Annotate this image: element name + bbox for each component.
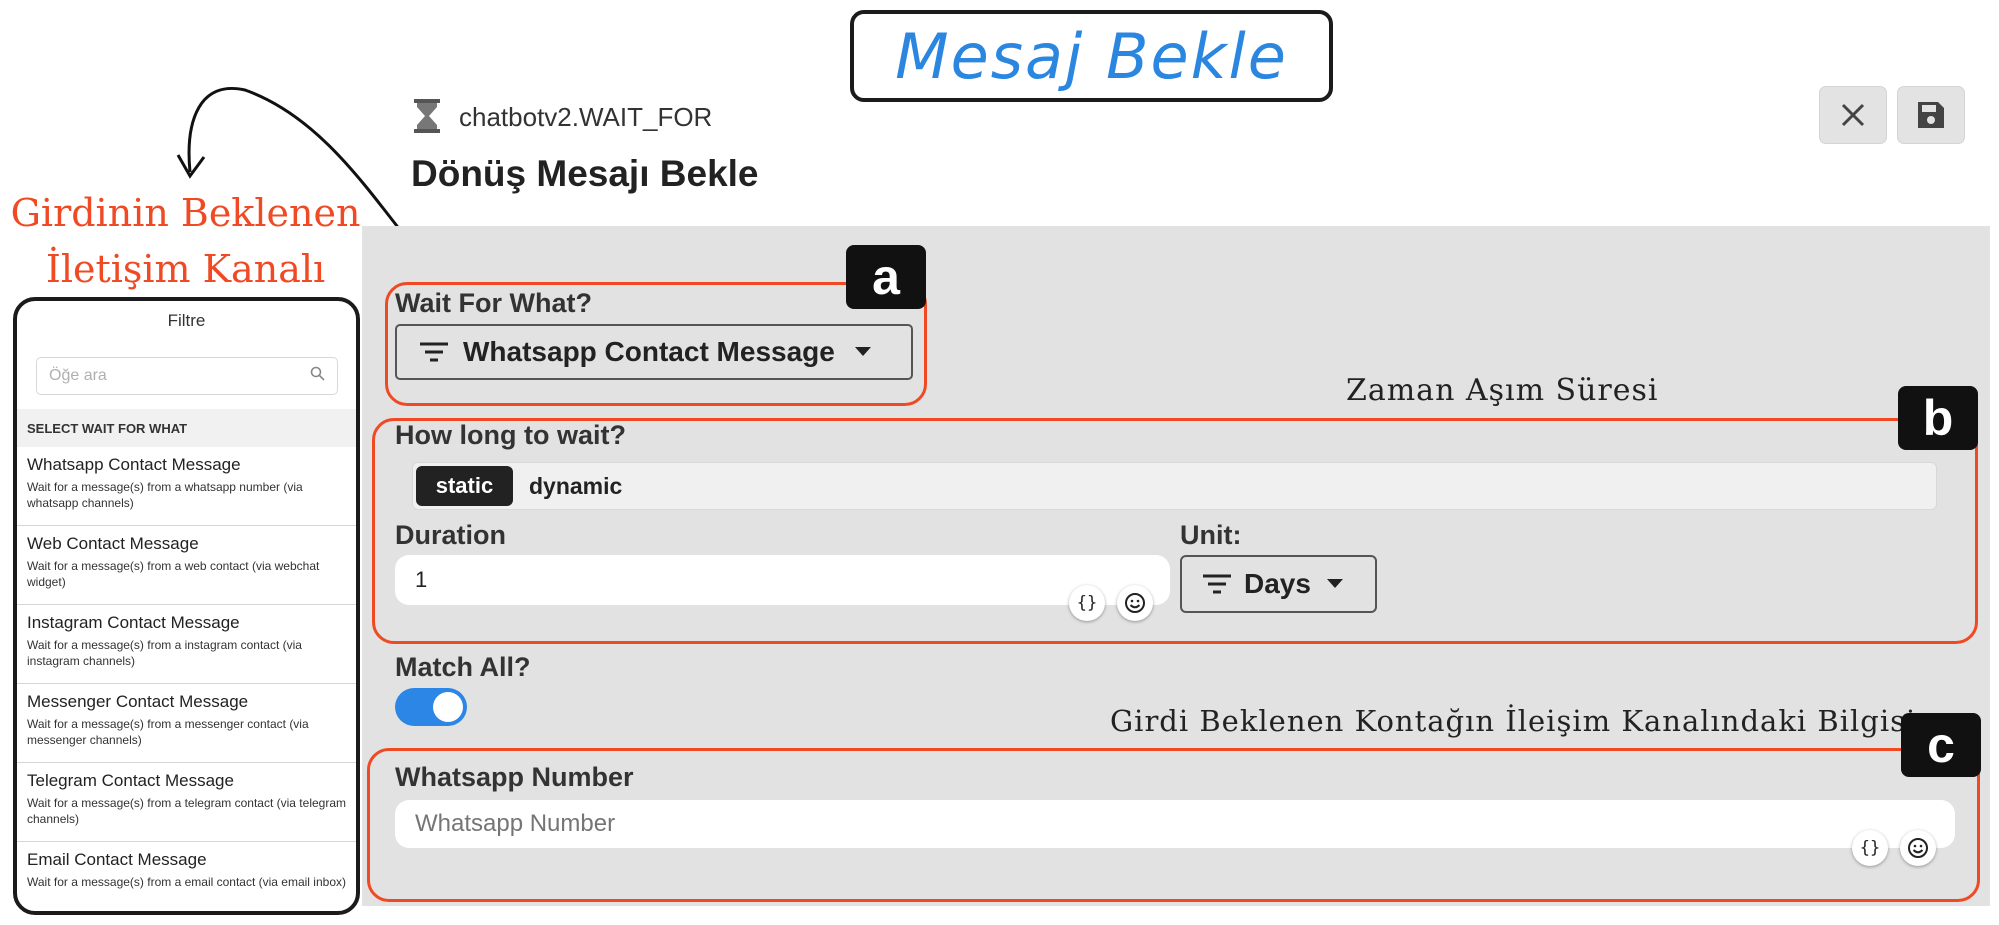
list-item-desc: Wait for a message(s) from a web contact… — [27, 559, 320, 589]
list-item-desc: Wait for a message(s) from a telegram co… — [27, 796, 346, 826]
list-item-title: Whatsapp Contact Message — [27, 455, 241, 474]
search-icon — [310, 366, 325, 386]
timeout-annotation: Zaman Aşım Süresi — [1346, 373, 1659, 408]
save-button[interactable] — [1897, 86, 1965, 144]
mode-static-option[interactable]: static — [416, 466, 513, 506]
unit-dropdown[interactable]: Days — [1180, 555, 1377, 613]
how-long-label: How long to wait? — [395, 420, 626, 450]
chevron-down-icon — [1326, 579, 1343, 589]
wait-for-selected: Whatsapp Contact Message — [463, 336, 835, 367]
duration-label: Duration — [395, 520, 506, 550]
search-input[interactable]: Öğe ara — [36, 357, 338, 395]
filter-heading: SELECT WAIT FOR WHAT — [17, 409, 356, 447]
wait-for-dropdown[interactable]: Whatsapp Contact Message — [395, 324, 913, 380]
badge-a: a — [846, 245, 926, 309]
close-icon — [1841, 103, 1865, 127]
list-item[interactable]: Web Contact Message Wait for a message(s… — [17, 526, 356, 605]
search-placeholder: Öğe ara — [49, 367, 107, 384]
duration-section — [372, 418, 1978, 644]
list-item[interactable]: Email Contact Message Wait for a message… — [17, 842, 356, 911]
list-item-desc: Wait for a message(s) from a instagram c… — [27, 638, 302, 668]
filter-panel: Filtre Öğe ara SELECT WAIT FOR WHAT What… — [13, 297, 360, 915]
filter-list: Whatsapp Contact Message Wait for a mess… — [17, 447, 356, 911]
badge-b: b — [1898, 386, 1978, 450]
list-item-desc: Wait for a message(s) from a whatsapp nu… — [27, 480, 303, 510]
list-item-title: Web Contact Message — [27, 534, 199, 553]
list-item-title: Email Contact Message — [27, 850, 207, 869]
hourglass-icon — [412, 98, 442, 134]
page-title: Dönüş Mesajı Bekle — [411, 153, 759, 194]
list-item[interactable]: Whatsapp Contact Message Wait for a mess… — [17, 447, 356, 526]
duration-input[interactable]: 1 — [395, 555, 1170, 605]
save-icon — [1918, 102, 1944, 128]
list-item-title: Messenger Contact Message — [27, 692, 249, 711]
emoji-icon — [1125, 593, 1145, 613]
variable-button[interactable]: {} — [1069, 585, 1105, 621]
filter-icon — [1202, 573, 1232, 595]
filter-title: Filtre — [167, 311, 206, 330]
mode-switch: static dynamic — [412, 462, 1937, 510]
emoji-icon — [1908, 838, 1928, 858]
list-item[interactable]: Instagram Contact Message Wait for a mes… — [17, 605, 356, 684]
unit-label: Unit: — [1180, 520, 1242, 550]
list-item-desc: Wait for a message(s) from a email conta… — [27, 875, 346, 889]
list-item[interactable]: Messenger Contact Message Wait for a mes… — [17, 684, 356, 763]
filter-icon — [419, 341, 449, 363]
close-button[interactable] — [1819, 86, 1887, 144]
list-item-title: Telegram Contact Message — [27, 771, 234, 790]
whatsapp-number-label: Whatsapp Number — [395, 762, 634, 792]
list-item-desc: Wait for a message(s) from a messenger c… — [27, 717, 309, 747]
wait-for-label: Wait For What? — [395, 288, 592, 318]
mode-dynamic-option[interactable]: dynamic — [529, 466, 622, 506]
chevron-down-icon — [854, 347, 871, 357]
emoji-button[interactable] — [1117, 585, 1153, 621]
badge-c: c — [1901, 713, 1981, 777]
match-all-label: Match All? — [395, 652, 531, 682]
list-item[interactable]: Telegram Contact Message Wait for a mess… — [17, 763, 356, 842]
match-all-toggle[interactable] — [395, 688, 467, 726]
emoji-button[interactable] — [1900, 830, 1936, 866]
whatsapp-number-input[interactable] — [395, 800, 1955, 848]
variable-button[interactable]: {} — [1852, 830, 1888, 866]
unit-selected: Days — [1244, 568, 1311, 599]
node-identifier: chatbotv2.WAIT_FOR — [459, 102, 713, 132]
list-item-title: Instagram Contact Message — [27, 613, 240, 632]
contact-info-annotation: Girdi Beklenen Kontağın İleişim Kanalınd… — [1110, 704, 1917, 738]
